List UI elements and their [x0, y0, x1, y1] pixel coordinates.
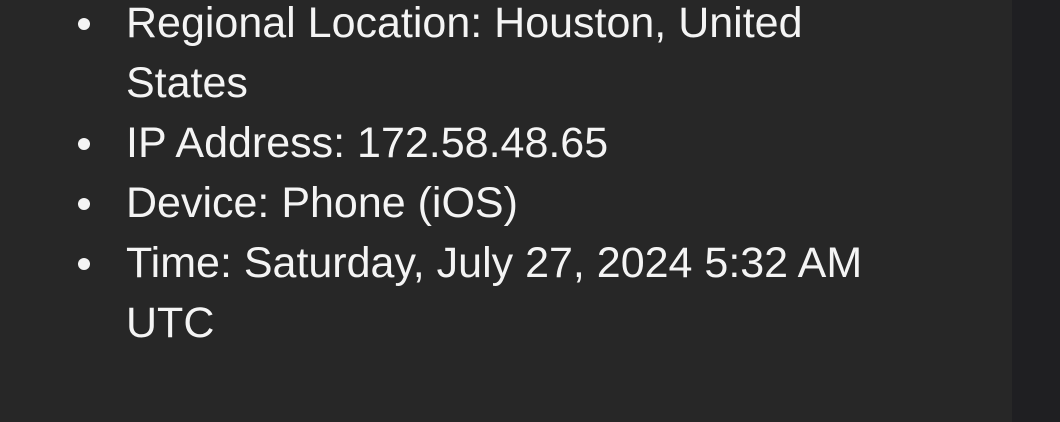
- list-item-device: Device: Phone (iOS): [66, 173, 896, 233]
- regional-location-text: Regional Location: Houston, United State…: [126, 0, 803, 107]
- list-item-regional-location: Regional Location: Houston, United State…: [66, 0, 896, 113]
- device-text: Device: Phone (iOS): [126, 179, 518, 227]
- bullet-icon: [78, 18, 90, 30]
- time-text: Time: Saturday, July 27, 2024 5:32 AM UT…: [126, 239, 863, 347]
- bullet-icon: [78, 198, 90, 210]
- ip-address-text: IP Address: 172.58.48.65: [126, 119, 609, 167]
- login-details-panel: Regional Location: Houston, United State…: [0, 0, 1060, 422]
- list-item-time: Time: Saturday, July 27, 2024 5:32 AM UT…: [66, 233, 896, 353]
- bullet-icon: [78, 258, 90, 270]
- login-details-list: Regional Location: Houston, United State…: [66, 0, 896, 353]
- list-item-ip-address: IP Address: 172.58.48.65: [66, 113, 896, 173]
- side-panel-edge: [1012, 0, 1060, 422]
- bullet-icon: [78, 138, 90, 150]
